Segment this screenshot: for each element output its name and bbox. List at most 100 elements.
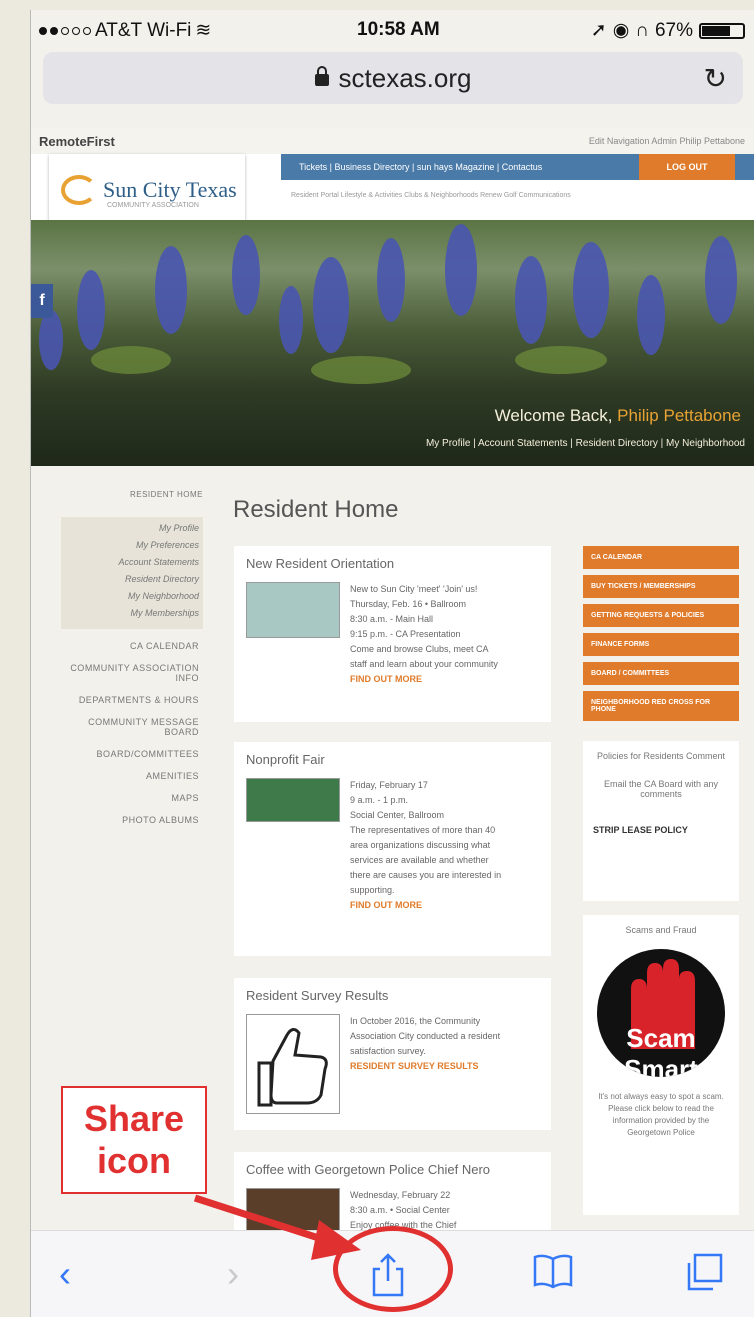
- card-line: Association City conducted a resident: [350, 1031, 501, 1041]
- card-title[interactable]: New Resident Orientation: [246, 556, 539, 571]
- quick-link-button[interactable]: BUY TICKETS / MEMBERSHIPS: [583, 575, 739, 598]
- hero-banner: f Welcome Back, Philip Pettabone My Prof…: [31, 220, 754, 466]
- card-body: New to Sun City 'meet' 'Join' us! Thursd…: [350, 582, 498, 687]
- card-body: In October 2016, the Community Associati…: [350, 1014, 500, 1074]
- scam-box: Scams and Fraud Scam Smart It's not alwa…: [583, 915, 739, 1215]
- sidebar-item-ca-calendar[interactable]: CA CALENDAR: [61, 641, 199, 651]
- resident-sidebar: RESIDENT HOME My Profile My Preferences …: [61, 490, 203, 825]
- remotefirst-brand[interactable]: RemoteFirst: [39, 134, 115, 149]
- battery-icon: [699, 22, 745, 39]
- quick-link-button[interactable]: GETTING REQUESTS & POLICIES: [583, 604, 739, 627]
- quick-link-button[interactable]: FINANCE FORMS: [583, 633, 739, 656]
- card-line: supporting.: [350, 885, 395, 895]
- bluebonnet-flowers-image: [39, 224, 737, 384]
- nonprofit-fair-image[interactable]: [246, 778, 340, 822]
- scam-text: It's not always easy to spot a scam. Ple…: [598, 1092, 724, 1137]
- card-title[interactable]: Resident Survey Results: [246, 988, 539, 1003]
- policy-link[interactable]: STRIP LEASE POLICY: [593, 825, 729, 835]
- bookmarks-icon[interactable]: [533, 1253, 573, 1294]
- hero-quick-links[interactable]: My Profile | Account Statements | Reside…: [426, 438, 745, 449]
- signal-icon: [39, 26, 91, 35]
- quick-link-button[interactable]: NEIGHBORHOOD RED CROSS FOR PHONE: [583, 691, 739, 721]
- card-line: Come and browse Clubs, meet CA: [350, 644, 489, 654]
- survey-results-link[interactable]: RESIDENT SURVEY RESULTS: [350, 1059, 500, 1074]
- welcome-message: Welcome Back, Philip Pettabone: [495, 406, 741, 426]
- card-title[interactable]: Coffee with Georgetown Police Chief Nero: [246, 1162, 539, 1177]
- reload-icon[interactable]: ↻: [704, 62, 727, 95]
- policy-text[interactable]: Email the CA Board with any comments: [593, 779, 729, 799]
- carrier-label: AT&T Wi-Fi: [95, 19, 192, 41]
- site-logo[interactable]: Sun City Texas COMMUNITY ASSOCIATION: [49, 154, 245, 226]
- card-line: 8:30 a.m. - Main Hall: [350, 614, 434, 624]
- card-line: 9 a.m. - 1 p.m.: [350, 795, 409, 805]
- card-line: In October 2016, the Community: [350, 1016, 481, 1026]
- policy-box: Policies for Residents Comment Email the…: [583, 741, 739, 901]
- welcome-thumbnail-image[interactable]: [246, 582, 340, 638]
- alarm-icon: ◉: [612, 20, 630, 41]
- share-icon-highlight-circle: [333, 1226, 453, 1312]
- status-right: ➚ ◉ ∩ 67%: [591, 19, 745, 42]
- find-out-more-link[interactable]: FIND OUT MORE: [350, 672, 498, 687]
- sidebar-item-photo-albums[interactable]: PHOTO ALBUMS: [61, 815, 199, 825]
- card-line: Friday, February 17: [350, 780, 428, 790]
- book-icon-graphic: [533, 1254, 573, 1289]
- sidebar-item-my-memberships[interactable]: My Memberships: [61, 608, 199, 618]
- policy-title: Policies for Residents Comment: [596, 751, 726, 761]
- tabs-icon[interactable]: [685, 1253, 723, 1296]
- sidebar-item-maps[interactable]: MAPS: [61, 793, 199, 803]
- card-line: Thursday, Feb. 16 • Ballroom: [350, 599, 467, 609]
- site-header: Tickets | Business Directory | sun hays …: [31, 154, 754, 226]
- sidebar-item-committees[interactable]: BOARD/COMMITTEES: [61, 749, 199, 759]
- annotation-line-1: Share: [83, 1098, 185, 1139]
- lock-icon: [314, 66, 329, 86]
- card-survey-results: Resident Survey Results In October 2016,…: [234, 978, 551, 1130]
- sidebar-item-amenities[interactable]: AMENITIES: [61, 771, 199, 781]
- sidebar-item-account-statements[interactable]: Account Statements: [61, 557, 199, 567]
- sidebar-item-my-preferences[interactable]: My Preferences: [61, 540, 199, 550]
- sidebar-resident-home[interactable]: RESIDENT HOME: [61, 490, 203, 499]
- sub-nav[interactable]: Resident Portal Lifestyle & Activities C…: [291, 192, 571, 199]
- card-title[interactable]: Nonprofit Fair: [246, 752, 539, 767]
- logo-swirl-icon: [61, 175, 97, 205]
- sidebar-item-message-board[interactable]: COMMUNITY MESSAGE BOARD: [61, 717, 199, 737]
- find-out-more-link[interactable]: FIND OUT MORE: [350, 898, 501, 913]
- address-bar[interactable]: sctexas.org ↻: [43, 52, 743, 104]
- scam-smart-badge[interactable]: Scam Smart: [597, 949, 725, 1077]
- sidebar-item-my-neighborhood[interactable]: My Neighborhood: [61, 591, 199, 601]
- card-line: 9:15 p.m. - CA Presentation: [350, 629, 461, 639]
- back-icon[interactable]: ‹: [59, 1253, 71, 1295]
- sidebar-item-my-profile[interactable]: My Profile: [61, 523, 199, 533]
- status-bar: AT&T Wi-Fi ≋ 10:58 AM ➚ ◉ ∩ 67%: [31, 10, 754, 48]
- sidebar-item-association-info[interactable]: COMMUNITY ASSOCIATION INFO: [61, 663, 199, 683]
- welcome-user-name[interactable]: Philip Pettabone: [617, 406, 741, 425]
- page-title: Resident Home: [233, 496, 399, 523]
- battery-fill: [702, 25, 731, 36]
- quick-link-button[interactable]: BOARD / COMMITTEES: [583, 662, 739, 685]
- status-time: 10:58 AM: [357, 19, 440, 40]
- card-line: area organizations discussing what: [350, 840, 491, 850]
- logout-button[interactable]: LOG OUT: [639, 154, 735, 180]
- card-body: Friday, February 17 9 a.m. - 1 p.m. Soci…: [350, 778, 501, 913]
- card-orientation: New Resident Orientation New to Sun City…: [234, 546, 551, 722]
- welcome-prefix: Welcome Back,: [494, 406, 618, 425]
- sidebar-sub-menu: My Profile My Preferences Account Statem…: [61, 517, 203, 629]
- address-domain: sctexas.org: [338, 62, 472, 93]
- thumbs-up-image[interactable]: [246, 1014, 340, 1114]
- quick-link-button[interactable]: CA CALENDAR: [583, 546, 739, 569]
- annotation-line-2: icon: [96, 1140, 171, 1181]
- card-line: services are available and whether: [350, 855, 489, 865]
- battery-percent: 67%: [654, 19, 693, 41]
- right-column: CA CALENDAR BUY TICKETS / MEMBERSHIPS GE…: [583, 546, 739, 1215]
- logo-subtitle: COMMUNITY ASSOCIATION: [107, 202, 199, 209]
- sidebar-item-departments[interactable]: DEPARTMENTS & HOURS: [61, 695, 199, 705]
- admin-bar-links[interactable]: Edit Navigation Admin Philip Pettabone: [589, 136, 745, 146]
- card-nonprofit-fair: Nonprofit Fair Friday, February 17 9 a.m…: [234, 742, 551, 956]
- carrier-group: AT&T Wi-Fi ≋: [39, 19, 211, 42]
- top-nav-links[interactable]: Tickets | Business Directory | sun hays …: [299, 162, 542, 172]
- card-line: satisfaction survey.: [350, 1046, 426, 1056]
- sidebar-item-resident-directory[interactable]: Resident Directory: [61, 574, 199, 584]
- facebook-icon[interactable]: f: [31, 284, 53, 318]
- card-line: Social Center, Ballroom: [350, 810, 445, 820]
- logo-text: Sun City Texas: [103, 177, 237, 202]
- wifi-icon: ≋: [195, 20, 212, 41]
